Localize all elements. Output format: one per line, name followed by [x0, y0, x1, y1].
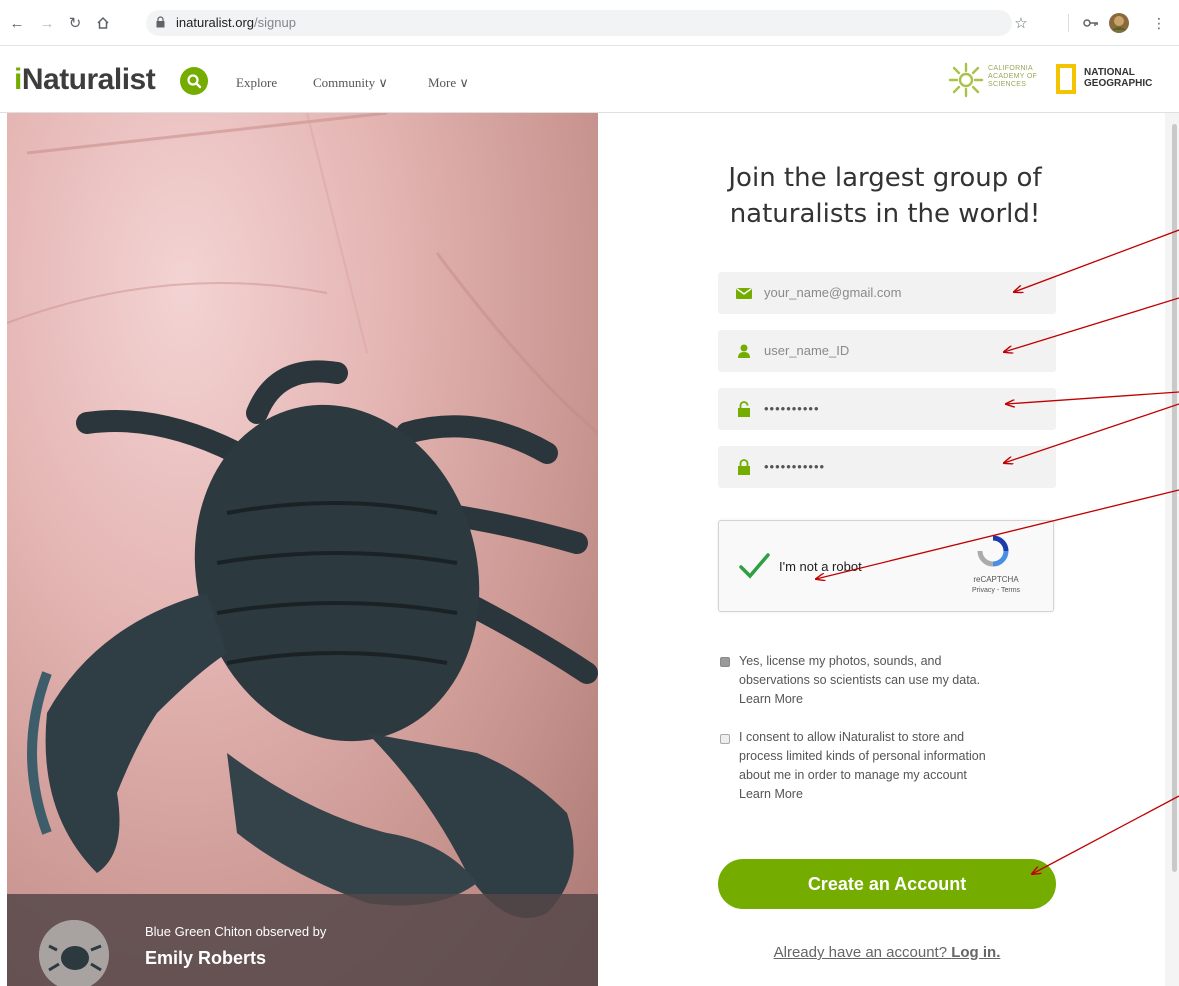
inaturalist-logo[interactable]: iNaturalist — [14, 63, 156, 97]
password-input[interactable]: •••••••••• — [764, 401, 820, 416]
consent-learn-more-link[interactable]: Learn More — [739, 785, 1039, 804]
back-arrow-icon[interactable]: ← — [6, 12, 28, 34]
observer-name[interactable]: Emily Roberts — [145, 948, 266, 969]
cas-logo-text: CALIFORNIA ACADEMY OF SCIENCES — [988, 65, 1038, 88]
featured-observation-photo: Blue Green Chiton observed by Emily Robe… — [7, 113, 598, 986]
confirm-password-input[interactable]: ••••••••••• — [764, 459, 825, 474]
consent-agreement-text: I consent to allow iNaturalist to store … — [739, 728, 1039, 804]
lock-icon — [738, 459, 750, 475]
license-learn-more-link[interactable]: Learn More — [739, 690, 1039, 709]
user-icon — [738, 344, 750, 358]
address-bar[interactable]: inaturalist.org/signup — [146, 10, 1012, 36]
consent-checkbox[interactable] — [720, 734, 730, 744]
nav-community[interactable]: Community ∨ — [313, 75, 388, 91]
lock-icon — [156, 16, 165, 28]
signup-heading: Join the largest group of naturalists in… — [728, 163, 1042, 229]
nav-more[interactable]: More ∨ — [428, 75, 469, 91]
reload-icon[interactable]: ↻ — [64, 12, 86, 34]
username-input[interactable]: user_name_ID — [764, 343, 849, 358]
key-icon[interactable] — [1080, 12, 1102, 34]
username-field[interactable]: user_name_ID — [718, 330, 1056, 372]
star-icon[interactable]: ☆ — [1010, 12, 1032, 34]
create-account-button[interactable]: Create an Account — [718, 859, 1056, 909]
email-input[interactable]: your_name@gmail.com — [764, 285, 901, 300]
email-field[interactable]: your_name@gmail.com — [718, 272, 1056, 314]
arrow-to-create — [1032, 795, 1179, 874]
recaptcha-widget[interactable]: I'm not a robot reCAPTCHA Privacy - Term… — [718, 520, 1054, 612]
browser-menu-icon[interactable]: ⋮ — [1148, 12, 1170, 34]
password-field[interactable]: •••••••••• — [718, 388, 1056, 430]
recaptcha-brand: reCAPTCHA — [973, 575, 1019, 584]
scrollbar-thumb[interactable] — [1172, 124, 1177, 872]
site-header: iNaturalist Explore Community ∨ More ∨ C… — [0, 47, 1179, 113]
login-link[interactable]: Already have an account? Log in. — [718, 944, 1056, 961]
extension-moon-icon[interactable] — [1044, 12, 1066, 34]
forward-arrow-icon[interactable]: → — [36, 12, 58, 34]
captcha-label: I'm not a robot — [779, 559, 862, 574]
national-geographic-logo[interactable]: NATIONAL GEOGRAPHIC — [1056, 63, 1152, 97]
sun-logo-icon — [948, 62, 984, 98]
crab-photo-image — [7, 113, 598, 918]
checkmark-icon[interactable] — [737, 549, 771, 583]
profile-avatar[interactable] — [1108, 12, 1130, 34]
envelope-icon — [736, 287, 752, 299]
confirm-password-field[interactable]: ••••••••••• — [718, 446, 1056, 488]
search-icon — [187, 74, 202, 89]
ng-logo-text: NATIONAL GEOGRAPHIC — [1084, 67, 1153, 89]
observer-avatar[interactable] — [39, 920, 109, 986]
license-agreement-text: Yes, license my photos, sounds, and obse… — [739, 652, 1039, 709]
california-academy-logo[interactable]: CALIFORNIA ACADEMY OF SCIENCES — [948, 61, 1044, 99]
nav-explore[interactable]: Explore — [236, 75, 277, 91]
recaptcha-terms-link[interactable]: Privacy - Terms — [961, 587, 1031, 594]
recaptcha-logo-icon — [977, 535, 1009, 567]
photo-caption: Blue Green Chiton observed by Emily Robe… — [7, 894, 598, 986]
unlock-icon — [738, 401, 750, 417]
caption-species-text[interactable]: Blue Green Chiton observed by — [145, 924, 326, 939]
license-checkbox[interactable] — [720, 657, 730, 667]
home-icon[interactable] — [92, 12, 114, 34]
yellow-border-icon — [1056, 64, 1076, 94]
browser-toolbar: ← → ↻ inaturalist.org/signup ☆ ⋮ — [0, 0, 1179, 46]
toolbar-divider — [1068, 14, 1069, 32]
search-button[interactable] — [180, 67, 208, 95]
url-text: inaturalist.org/signup — [176, 15, 296, 30]
